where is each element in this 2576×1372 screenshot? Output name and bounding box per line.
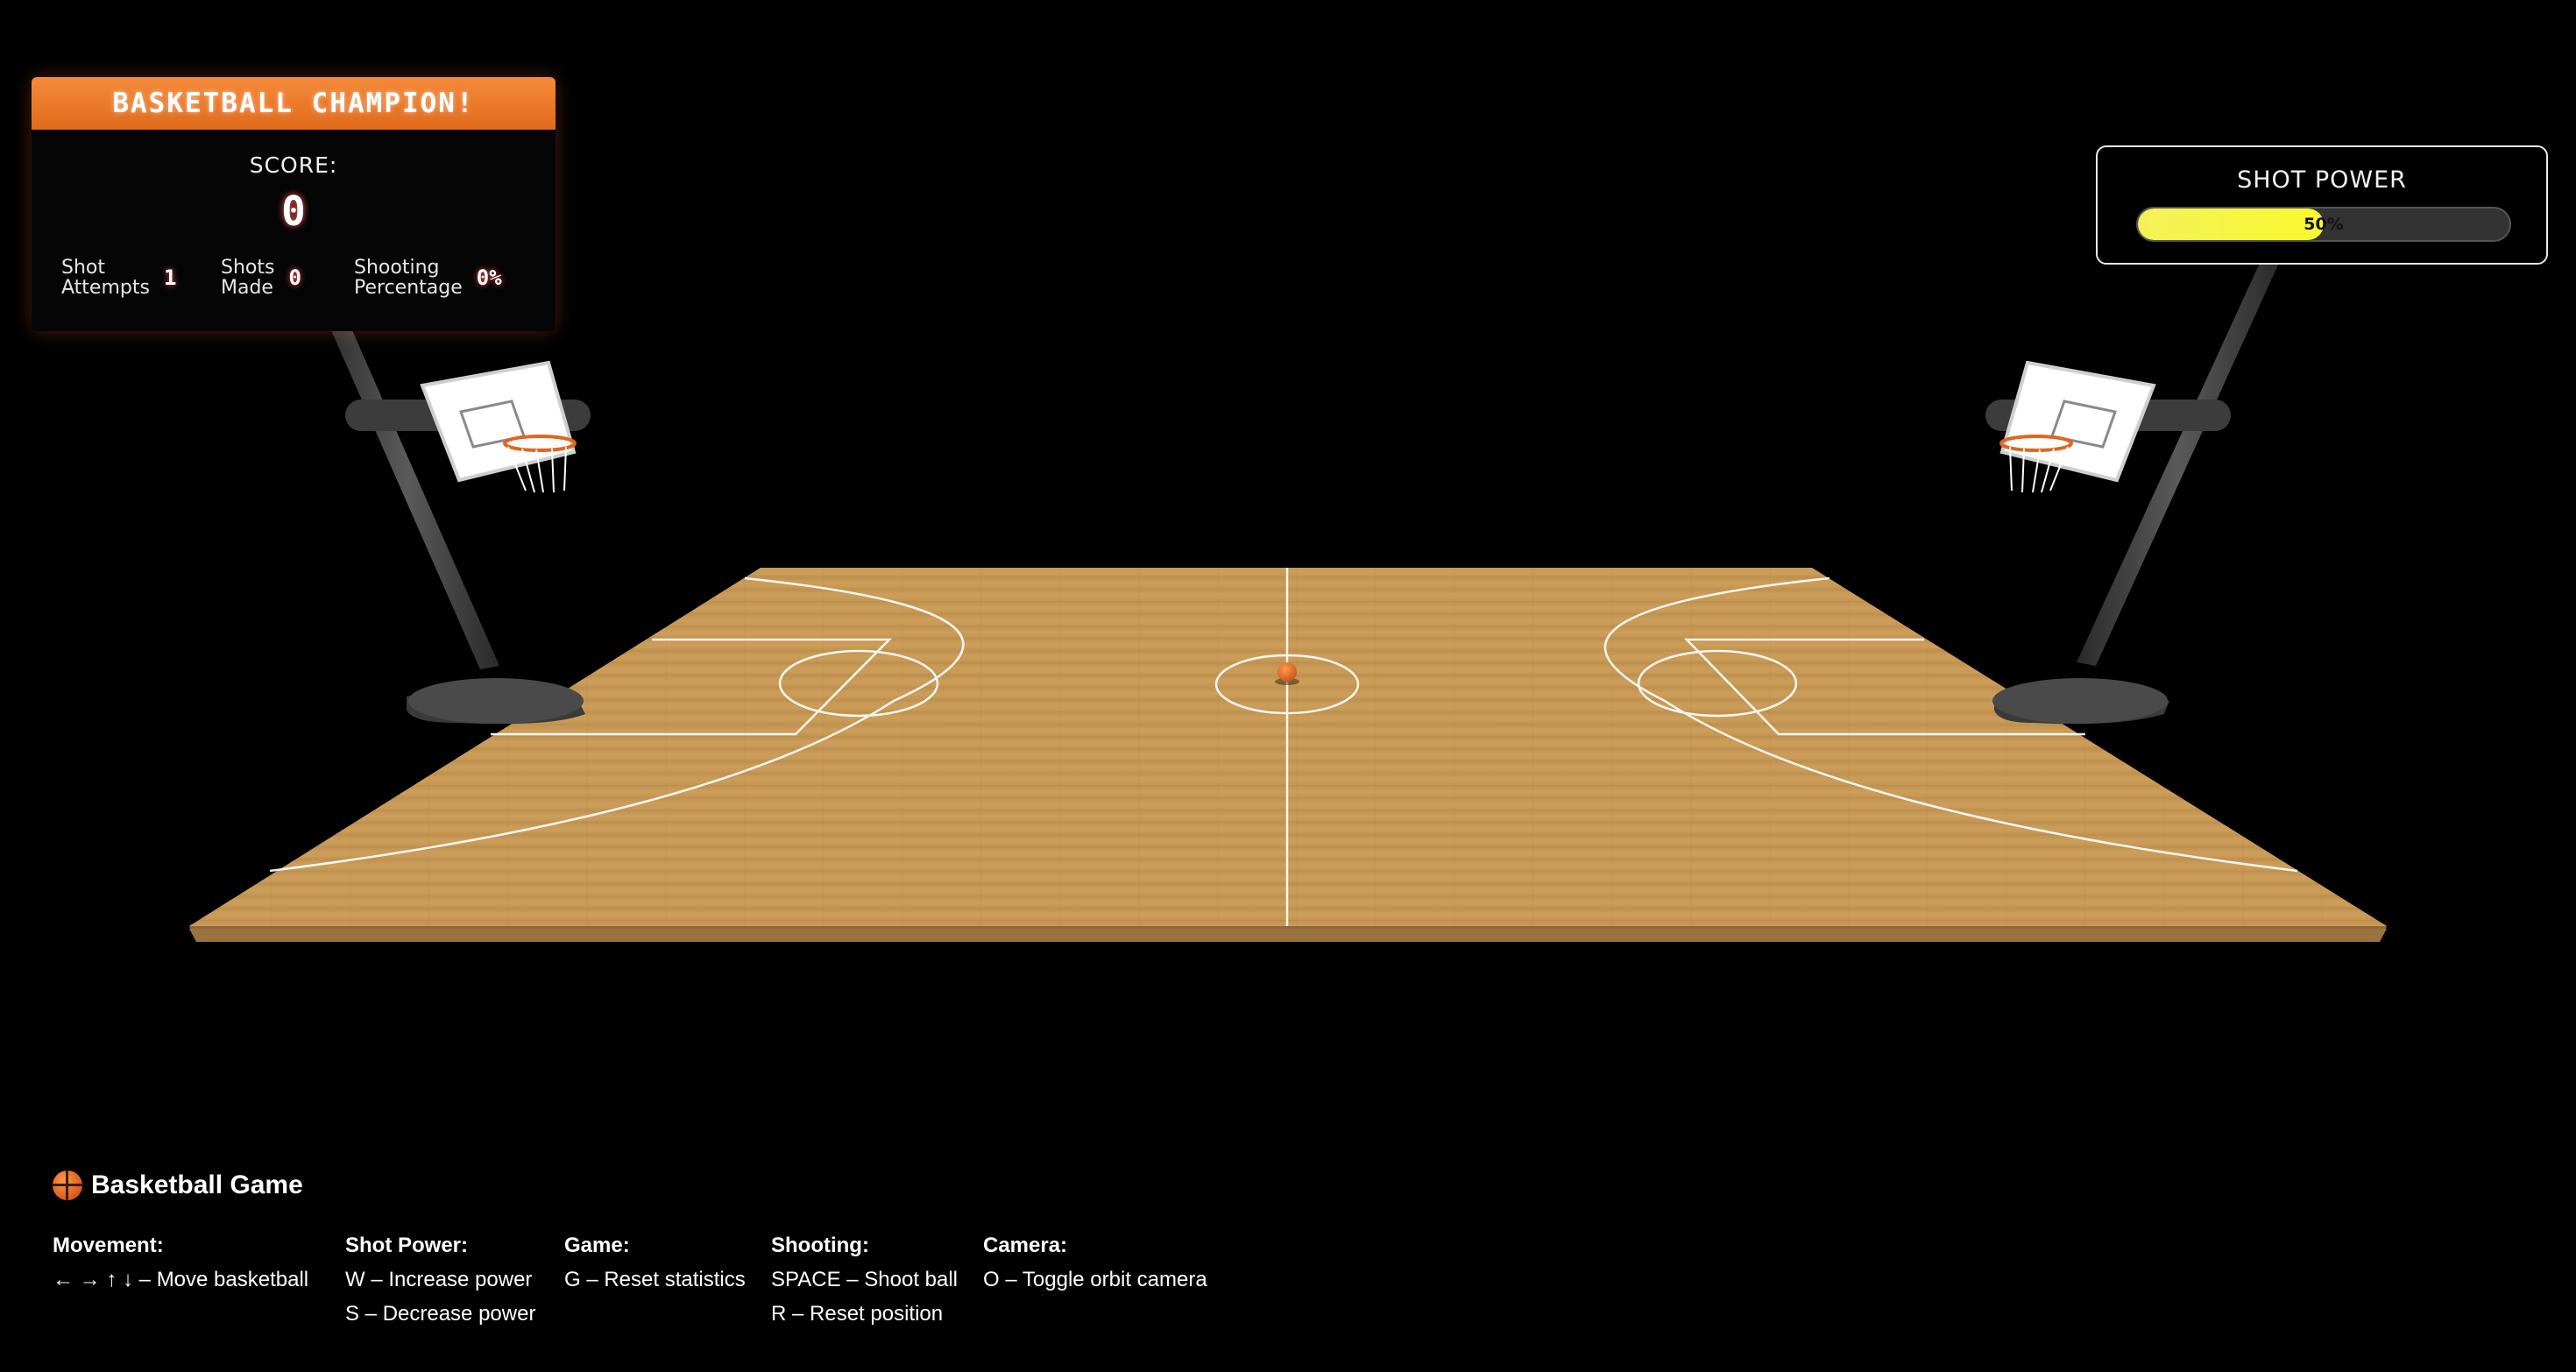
control-line: S – Decrease power <box>345 1302 536 1326</box>
control-line: W – Increase power <box>345 1268 533 1291</box>
control-group-title: Shot Power: <box>345 1234 469 1257</box>
control-group-title: Game: <box>564 1234 630 1257</box>
stat-shots-made: Shots Made 0 <box>221 258 301 298</box>
stat-value: 1 <box>163 265 177 290</box>
score-panel: BASKETBALL CHAMPION! SCORE: 0 Shot Attem… <box>32 77 556 331</box>
shot-power-title: SHOT POWER <box>2237 166 2407 194</box>
stat-shooting-percentage: Shooting Percentage 0% <box>354 258 502 298</box>
control-line: ← → ↑ ↓ – Move basketball <box>53 1268 309 1291</box>
control-line: SPACE – Shoot ball <box>771 1268 959 1291</box>
basketball-icon <box>53 1170 82 1200</box>
shot-power-bar: 50% <box>2136 207 2511 242</box>
shot-power-value: 50% <box>2304 215 2344 234</box>
right-hoop <box>1985 261 2280 725</box>
score-value: 0 <box>281 187 306 235</box>
controls-title-row: Basketball Game <box>53 1170 1367 1200</box>
control-line: G – Reset statistics <box>564 1268 746 1291</box>
control-group-title: Camera: <box>983 1234 1068 1257</box>
control-group-camera: Camera: O – Toggle orbit camera <box>983 1228 1207 1297</box>
control-line: R – Reset position <box>771 1302 944 1326</box>
control-group-game: Game: G – Reset statistics <box>564 1228 746 1297</box>
stat-shot-attempts: Shot Attempts 1 <box>61 258 176 298</box>
stat-value: 0% <box>476 265 502 290</box>
control-group-shooting: Shooting: SPACE – Shoot ball R – Reset p… <box>771 1228 958 1331</box>
stat-value: 0 <box>288 265 301 290</box>
control-line: O – Toggle orbit camera <box>983 1268 1207 1291</box>
control-group-title: Movement: <box>53 1234 164 1257</box>
stat-label: Shooting Percentage <box>354 257 463 299</box>
stat-label: Shots Made <box>221 257 275 299</box>
stat-label: Shot Attempts <box>61 257 150 299</box>
control-group-shot-power: Shot Power: W – Increase power S – Decre… <box>345 1228 535 1331</box>
control-group-title: Shooting: <box>771 1234 869 1257</box>
controls-title: Basketball Game <box>91 1170 303 1199</box>
controls-help: Basketball Game Movement: ← → ↑ ↓ – Move… <box>53 1170 1367 1326</box>
left-hoop <box>315 294 591 725</box>
shot-power-panel: SHOT POWER 50% <box>2096 145 2548 265</box>
score-panel-title: BASKETBALL CHAMPION! <box>32 77 556 130</box>
control-group-movement: Movement: ← → ↑ ↓ – Move basketball <box>53 1228 308 1297</box>
score-label: SCORE: <box>249 152 338 178</box>
